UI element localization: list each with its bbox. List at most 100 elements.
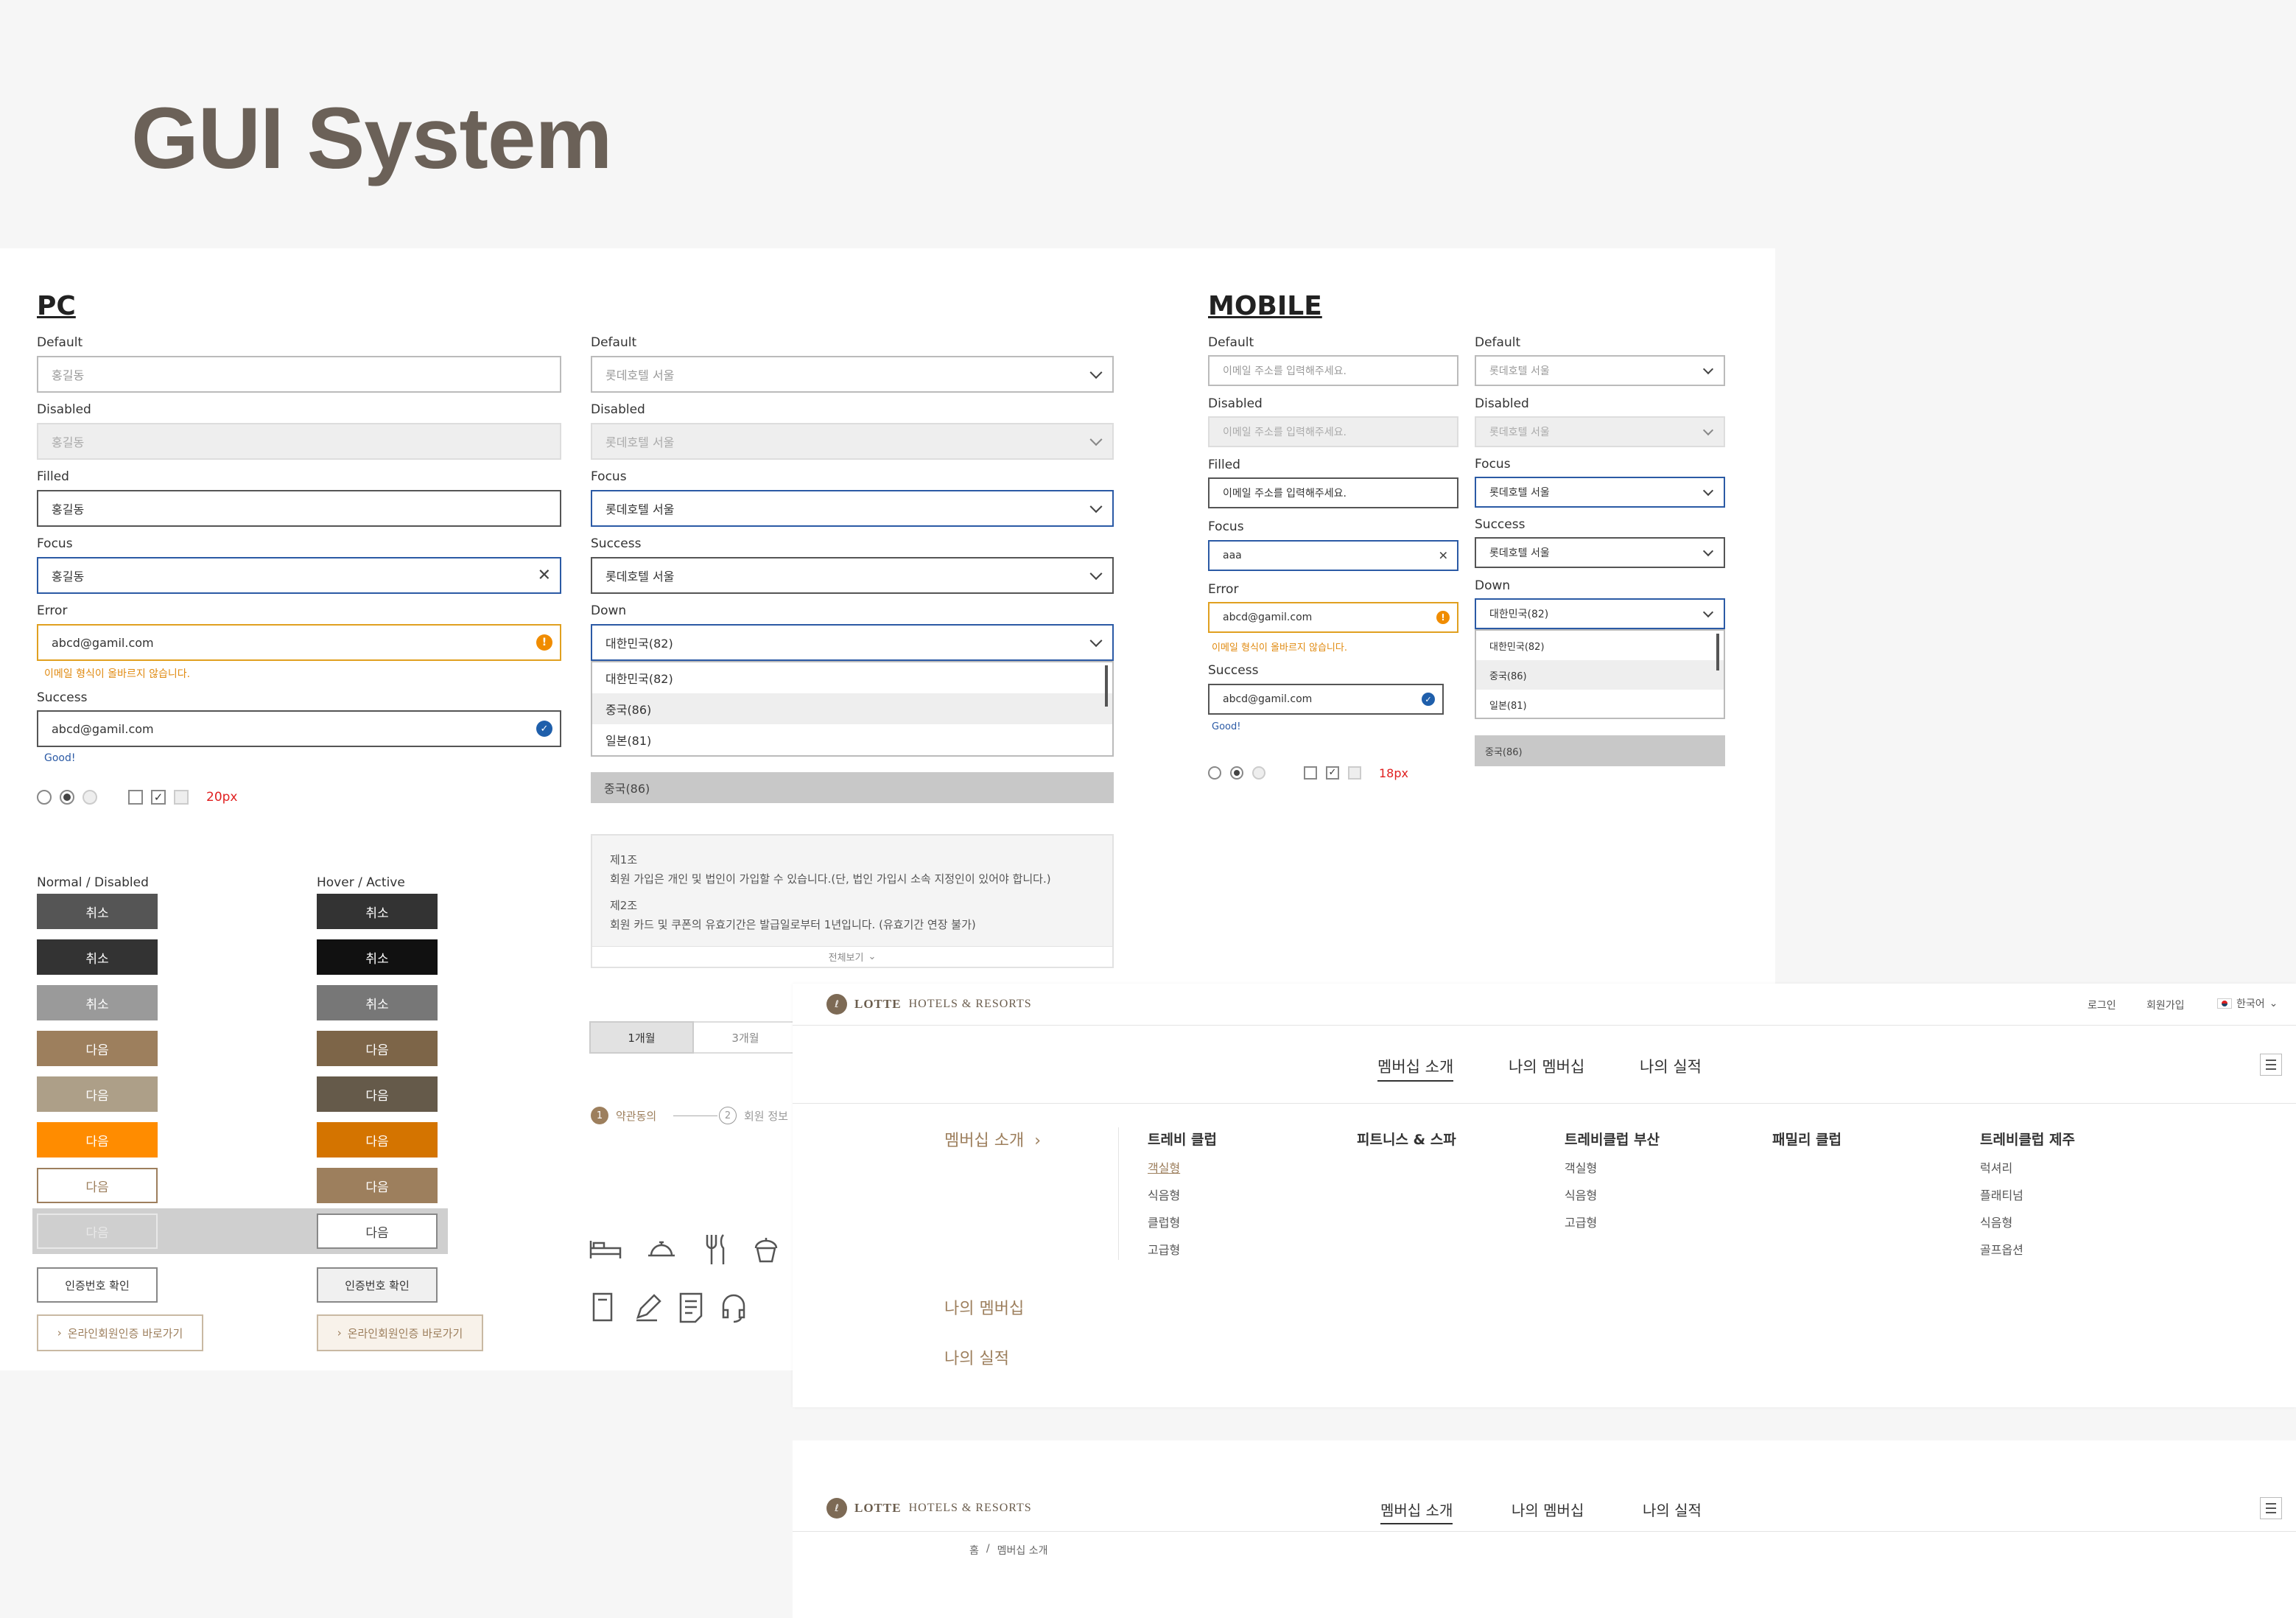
m-input-success[interactable]: abcd@gamil.com bbox=[1208, 684, 1444, 715]
mega-col-item[interactable]: 고급형 bbox=[1148, 1240, 1180, 1258]
cancel-button-hover-2[interactable]: 취소 bbox=[317, 939, 438, 975]
mega-col-item-active[interactable]: 객실형 bbox=[1148, 1158, 1180, 1176]
gnb-my-membership[interactable]: 나의 멤버십 bbox=[1509, 1055, 1584, 1077]
online-link-hover[interactable]: › 온라인회원인증 바로가기 bbox=[317, 1314, 483, 1351]
scrollbar[interactable] bbox=[1105, 665, 1108, 707]
next-button-hover-3[interactable]: 다음 bbox=[317, 1122, 438, 1158]
mega-col-item[interactable]: 식음형 bbox=[1565, 1186, 1597, 1203]
mega-col-item[interactable]: 객실형 bbox=[1565, 1158, 1597, 1176]
language-selector[interactable]: 한국어 ⌄ bbox=[2217, 996, 2278, 1011]
terms-more-bar[interactable]: 전체보기 ⌄ bbox=[592, 946, 1112, 967]
pc-input-focus[interactable]: 홍길동 bbox=[37, 557, 561, 594]
mega-col-head[interactable]: 트레비 클럽 bbox=[1148, 1129, 1217, 1149]
gnb-membership[interactable]: 멤버십 소개 bbox=[1377, 1055, 1454, 1082]
online-link-normal[interactable]: › 온라인회원인증 바로가기 bbox=[37, 1314, 203, 1351]
next-button-active-white[interactable]: 다음 bbox=[317, 1214, 438, 1249]
mega-col-item[interactable]: 식음형 bbox=[1980, 1213, 2012, 1230]
pc-select-label-success: Success bbox=[591, 536, 642, 551]
verify-button-normal[interactable]: 인증번호 확인 bbox=[37, 1267, 158, 1303]
chevron-down-icon bbox=[1089, 433, 1103, 446]
mega-side-my-membership[interactable]: 나의 멤버십 bbox=[944, 1295, 1024, 1319]
pc-input-success-wrap: abcd@gamil.com ✓ bbox=[37, 710, 561, 747]
m-input-default[interactable]: 이메일 주소를 입력해주세요. bbox=[1208, 355, 1458, 386]
chevron-down-icon: ⌄ bbox=[868, 951, 877, 962]
checkbox-checked[interactable]: ✓ bbox=[1326, 766, 1339, 780]
m-input-error[interactable]: abcd@gamil.com bbox=[1208, 602, 1458, 633]
pc-input-error[interactable]: abcd@gamil.com bbox=[37, 624, 561, 661]
m-input-focus[interactable]: aaa bbox=[1208, 540, 1458, 571]
gnb-my-membership[interactable]: 나의 멤버십 bbox=[1512, 1499, 1584, 1520]
pc-input-default[interactable]: 홍길동 bbox=[37, 356, 561, 393]
pc-select-label-focus: Focus bbox=[591, 469, 627, 484]
buttons-normal-title: Normal / Disabled bbox=[37, 875, 149, 890]
gnb-membership[interactable]: 멤버십 소개 bbox=[1380, 1499, 1453, 1524]
checkbox-default[interactable] bbox=[1304, 766, 1317, 780]
mega-col-item[interactable]: 골프옵션 bbox=[1980, 1240, 2023, 1258]
mega-col-item[interactable]: 럭셔리 bbox=[1980, 1158, 2012, 1176]
chevron-down-icon bbox=[1089, 500, 1103, 514]
next-button-normal-3[interactable]: 다음 bbox=[37, 1122, 158, 1158]
next-button-normal-1[interactable]: 다음 bbox=[37, 1031, 158, 1066]
next-button-hover-2[interactable]: 다음 bbox=[317, 1076, 438, 1112]
checkbox-default[interactable] bbox=[128, 790, 143, 805]
m-select-default-value: 롯데호텔 서울 bbox=[1489, 365, 1550, 377]
dropdown-option[interactable]: 일본(81) bbox=[592, 724, 1112, 755]
mega-col-item[interactable]: 클럽형 bbox=[1148, 1213, 1180, 1230]
gnb-my-record[interactable]: 나의 실적 bbox=[1643, 1499, 1702, 1520]
m-select-down[interactable]: 대한민국(82) bbox=[1475, 598, 1725, 629]
cancel-button-normal-1[interactable]: 취소 bbox=[37, 894, 158, 929]
next-button-hover-4[interactable]: 다음 bbox=[317, 1168, 438, 1203]
clear-icon[interactable]: ✕ bbox=[538, 567, 551, 585]
logo[interactable]: ℓ LOTTE HOTELS & RESORTS bbox=[826, 993, 1032, 1015]
cancel-button-hover-1[interactable]: 취소 bbox=[317, 894, 438, 929]
mega-col-item[interactable]: 고급형 bbox=[1565, 1213, 1597, 1230]
mega-col-item[interactable]: 플래티넘 bbox=[1980, 1186, 2023, 1203]
dropdown-option[interactable]: 대한민국(82) bbox=[1476, 631, 1724, 660]
hamburger-icon[interactable] bbox=[2260, 1497, 2282, 1519]
verify-button-hover[interactable]: 인증번호 확인 bbox=[317, 1267, 438, 1303]
cancel-button-normal-2[interactable]: 취소 bbox=[37, 939, 158, 975]
dropdown-option[interactable]: 중국(86) bbox=[1476, 660, 1724, 690]
cancel-button-hover-3[interactable]: 취소 bbox=[317, 985, 438, 1020]
tab-1month[interactable]: 1개월 bbox=[589, 1021, 694, 1054]
next-button-normal-2[interactable]: 다음 bbox=[37, 1076, 158, 1112]
radio-checked[interactable] bbox=[60, 790, 74, 805]
scrollbar[interactable] bbox=[1716, 634, 1719, 670]
dropdown-option[interactable]: 대한민국(82) bbox=[592, 662, 1112, 693]
pc-input-filled[interactable]: 홍길동 bbox=[37, 490, 561, 527]
next-button-normal-4[interactable]: 다음 bbox=[37, 1168, 158, 1203]
util-signup[interactable]: 회원가입 bbox=[2146, 998, 2185, 1012]
checkbox-checked[interactable]: ✓ bbox=[151, 790, 166, 805]
mega-side-membership[interactable]: 멤버십 소개 › bbox=[944, 1127, 1041, 1151]
next-button-hover-1[interactable]: 다음 bbox=[317, 1031, 438, 1066]
clear-icon[interactable]: ✕ bbox=[1439, 549, 1448, 563]
gnb-my-record[interactable]: 나의 실적 bbox=[1640, 1055, 1702, 1077]
logo[interactable]: ℓ LOTTE HOTELS & RESORTS bbox=[826, 1497, 1032, 1519]
pc-select-default[interactable]: 롯데호텔 서울 bbox=[591, 356, 1114, 393]
breadcrumb-current[interactable]: 멤버십 소개 bbox=[997, 1543, 1048, 1558]
mega-col-head[interactable]: 피트니스 & 스파 bbox=[1357, 1129, 1456, 1149]
m-input-filled[interactable]: 이메일 주소를 입력해주세요. bbox=[1208, 477, 1458, 508]
radio-default[interactable] bbox=[37, 790, 52, 805]
pc-select-success[interactable]: 롯데호텔 서울 bbox=[591, 557, 1114, 594]
radio-checked[interactable] bbox=[1230, 766, 1243, 780]
hamburger-icon[interactable] bbox=[2260, 1054, 2282, 1076]
dropdown-option[interactable]: 일본(81) bbox=[1476, 690, 1724, 719]
radio-default[interactable] bbox=[1208, 766, 1221, 780]
mega-col-head[interactable]: 패밀리 클럽 bbox=[1772, 1129, 1842, 1149]
pc-input-success[interactable]: abcd@gamil.com bbox=[37, 710, 561, 747]
m-select-success[interactable]: 롯데호텔 서울 bbox=[1475, 537, 1725, 568]
mega-col-item[interactable]: 식음형 bbox=[1148, 1186, 1180, 1203]
tab-3month[interactable]: 3개월 bbox=[694, 1021, 798, 1054]
m-select-focus[interactable]: 롯데호텔 서울 bbox=[1475, 477, 1725, 508]
cancel-button-normal-3[interactable]: 취소 bbox=[37, 985, 158, 1020]
m-select-default[interactable]: 롯데호텔 서울 bbox=[1475, 355, 1725, 386]
mega-col-head[interactable]: 트레비클럽 부산 bbox=[1565, 1129, 1660, 1149]
mega-col-head[interactable]: 트레비클럽 제주 bbox=[1980, 1129, 2075, 1149]
pc-select-focus[interactable]: 롯데호텔 서울 bbox=[591, 490, 1114, 527]
mega-side-my-record[interactable]: 나의 실적 bbox=[944, 1345, 1009, 1369]
breadcrumb-home[interactable]: 홈 bbox=[969, 1543, 979, 1558]
pc-select-down[interactable]: 대한민국(82) bbox=[591, 624, 1114, 661]
util-login[interactable]: 로그인 bbox=[2088, 998, 2116, 1012]
dropdown-option[interactable]: 중국(86) bbox=[592, 693, 1112, 724]
